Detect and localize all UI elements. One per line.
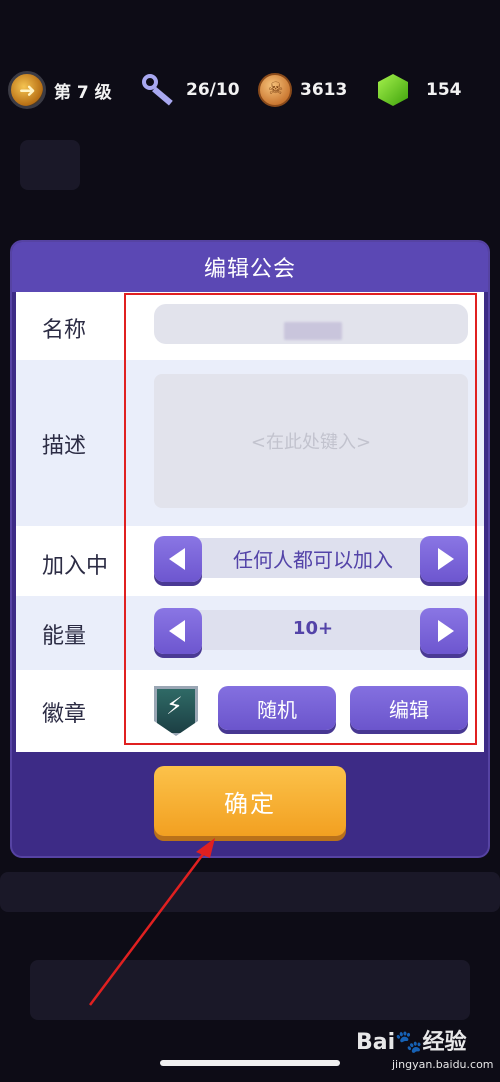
background-panel (0, 872, 500, 912)
energy-label: 能量 (42, 624, 87, 649)
watermark-logo: Bai🐾经验 (356, 1030, 467, 1055)
coins-count: 3613 (300, 80, 348, 100)
key-icon (138, 72, 178, 108)
coins-stat: 3613 (258, 70, 347, 110)
dialog-title: 编辑公会 (203, 257, 296, 282)
join-label: 加入中 (42, 554, 109, 579)
confirm-button[interactable]: 确定 (154, 766, 346, 836)
dialog-header: 编辑公会 (12, 242, 488, 292)
description-label: 描述 (42, 434, 87, 459)
background-panel (20, 140, 80, 190)
status-bar: 第 7 级 26/10 3613 154 (0, 62, 500, 118)
badge-label: 徽章 (42, 702, 87, 727)
highlight-frame (124, 293, 477, 745)
level-text: 第 7 级 (54, 82, 112, 103)
keys-count: 26/10 (186, 80, 240, 100)
background-panel (30, 960, 470, 1020)
gems-count: 154 (426, 80, 462, 100)
watermark: Bai🐾经验 jingyan.baidu.com (356, 1024, 494, 1071)
keys-stat: 26/10 (138, 70, 240, 110)
level-stat: 第 7 级 (8, 70, 112, 110)
level-badge-icon (8, 71, 46, 109)
home-indicator[interactable] (160, 1060, 340, 1066)
gems-stat: 154 (378, 70, 462, 110)
name-label: 名称 (42, 318, 87, 343)
skull-coin-icon (258, 73, 292, 107)
watermark-url: jingyan.baidu.com (392, 1058, 494, 1071)
green-gem-icon (378, 74, 408, 106)
